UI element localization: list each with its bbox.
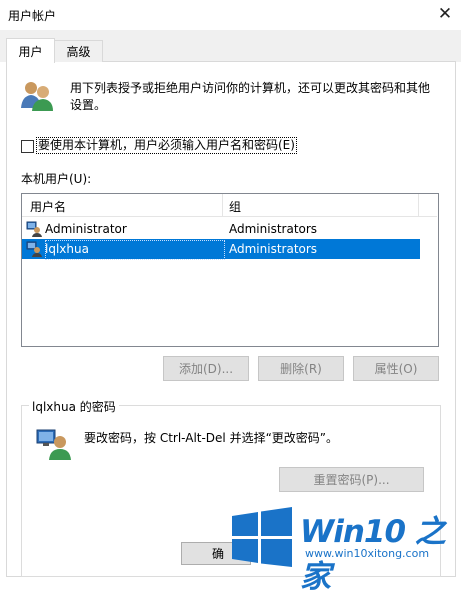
reset-password-button[interactable]: 重置密码(P)... [279,467,424,492]
column-header-username[interactable]: 用户名 [30,198,66,215]
intro-line-2: 设置。 [70,98,107,112]
watermark-url: www.win10xitong.com [305,547,430,560]
user-icon [26,221,42,237]
row-group: Administrators [229,222,318,236]
add-user-button[interactable]: 添加(D)... [163,356,249,381]
tab-advanced[interactable]: 高级 [54,40,103,62]
require-login-label[interactable]: 要使用本计算机，用户必须输入用户名和密码(E) [36,137,297,154]
close-icon: ✕ [437,4,453,24]
close-button[interactable]: ✕ [430,0,460,28]
windows-logo-icon [232,507,292,567]
column-separator[interactable] [222,194,223,216]
local-users-label: 本机用户(U): [21,172,92,186]
column-header-group[interactable]: 组 [229,198,241,215]
users-icon [21,82,53,111]
column-separator[interactable] [418,194,419,216]
require-login-checkbox[interactable] [21,140,34,153]
tab-users[interactable]: 用户 [6,38,55,63]
row-username: Administrator [45,222,127,236]
password-user-icon [36,429,71,460]
properties-button[interactable]: 属性(O) [353,356,439,381]
remove-user-button[interactable]: 删除(R) [258,356,344,381]
intro-text: 用下列表授予或拒绝用户访问你的计算机，还可以更改其密码和其他 设置。 [70,80,445,114]
intro-line-1: 用下列表授予或拒绝用户访问你的计算机，还可以更改其密码和其他 [70,81,431,95]
window-title: 用户帐户 [8,9,57,23]
user-icon [26,241,42,257]
password-group-title: lqlxhua 的密码 [29,398,119,415]
password-hint: 要改密码，按 Ctrl-Alt-Del 并选择“更改密码”。 [84,431,339,445]
title-bar [0,0,461,30]
row-username: lqlxhua [45,242,89,256]
row-group: Administrators [229,242,318,256]
